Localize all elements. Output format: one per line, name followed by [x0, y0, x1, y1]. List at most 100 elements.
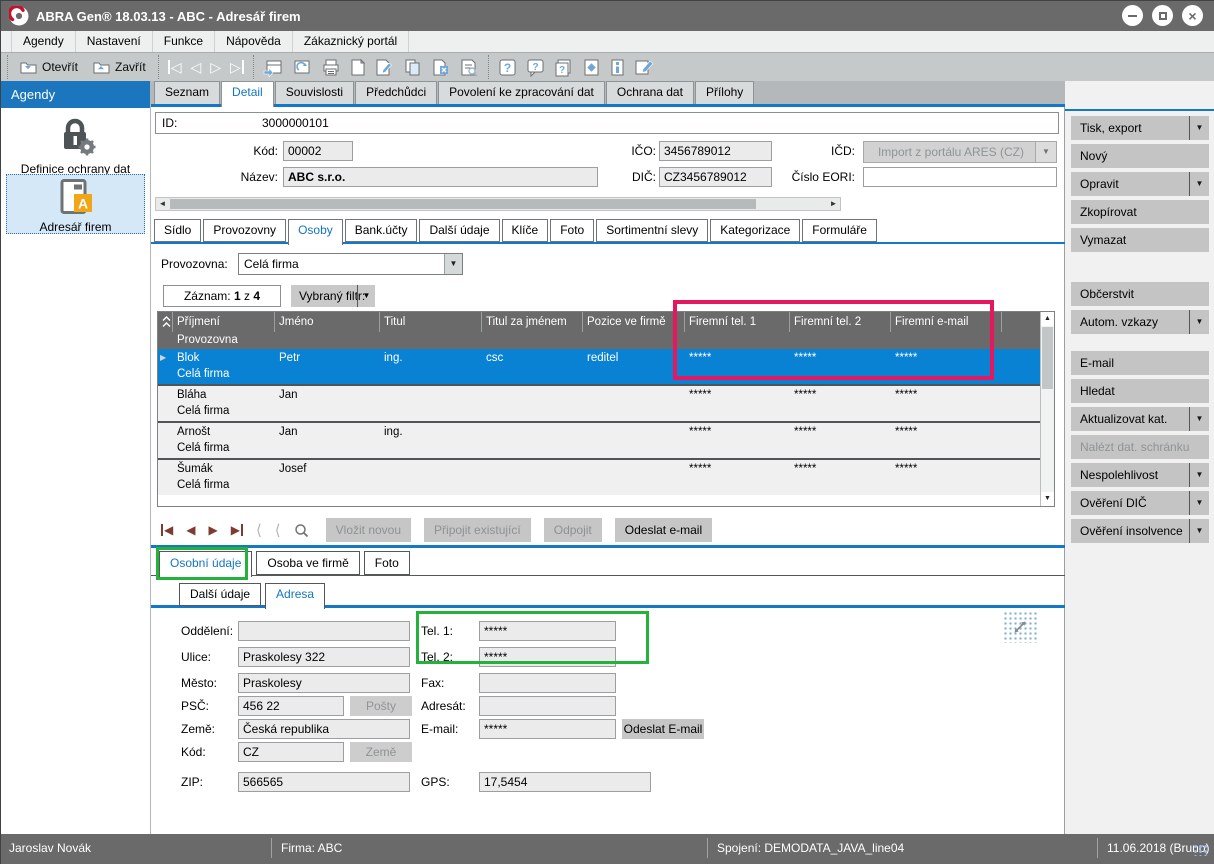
tab-klice[interactable]: Klíče: [501, 219, 549, 242]
email-panel-button[interactable]: E-mail: [1071, 351, 1209, 375]
nalezt-dat-schranku-button[interactable]: Nalézt dat. schránku: [1071, 435, 1209, 459]
col-jmeno[interactable]: Jméno: [275, 312, 380, 332]
close-agenda-button[interactable]: Zavřít: [90, 55, 149, 79]
menu-zakaznicky-portal[interactable]: Zákaznický portál: [293, 31, 410, 52]
tab-dalsi-udaje-person[interactable]: Další údaje: [179, 583, 262, 606]
first-record-icon[interactable]: ◁: [167, 60, 181, 74]
tisk-export-button[interactable]: Tisk, export ▼: [1071, 116, 1209, 140]
ulice-field[interactable]: Praskolesy 322: [238, 647, 410, 667]
tab-osoba-ve-firme[interactable]: Osoba ve firmě: [256, 551, 360, 575]
tab-prilohy[interactable]: Přílohy: [694, 81, 755, 104]
adresat-field[interactable]: [479, 696, 616, 716]
tel2-field[interactable]: *****: [479, 647, 616, 667]
aktualizovat-kat-button[interactable]: Aktualizovat kat. ▼: [1071, 407, 1209, 431]
zeme-button[interactable]: Země: [350, 742, 412, 762]
menu-agendy[interactable]: Agendy: [11, 31, 76, 52]
reload-agenda-icon[interactable]: [292, 58, 312, 77]
autom-vzkazy-button[interactable]: Autom. vzkazy ▼: [1071, 310, 1209, 334]
search-icon[interactable]: [294, 523, 309, 538]
resize-handle[interactable]: [1003, 611, 1037, 643]
next-record-icon[interactable]: ▷: [210, 60, 221, 74]
kod-field[interactable]: 00002: [283, 141, 353, 161]
tab-ochrana-dat[interactable]: Ochrana dat: [605, 81, 694, 104]
send-email-form-button[interactable]: Odeslat E-mail: [622, 719, 704, 739]
email-field[interactable]: *****: [479, 719, 616, 739]
tab-sidlo[interactable]: Sídlo: [154, 219, 202, 242]
table-row[interactable]: Šumák Josef ***** ***** ***** Celá firma: [158, 458, 1054, 495]
nespolehlivost-button[interactable]: Nespolehlivost ▼: [1071, 463, 1209, 487]
tab-bank-ucty[interactable]: Bank.účty: [344, 219, 418, 242]
posty-button[interactable]: Pošty: [350, 696, 412, 716]
sort-icon[interactable]: [158, 312, 173, 332]
tab-predchudci[interactable]: Předchůdci: [355, 81, 438, 104]
copy-record-icon[interactable]: [403, 58, 423, 77]
tab-foto[interactable]: Foto: [550, 219, 595, 242]
maximize-button[interactable]: [1152, 5, 1173, 26]
vscroll-thumb[interactable]: [1042, 327, 1053, 389]
new-record-icon[interactable]: [350, 58, 366, 77]
oddeleni-field[interactable]: [238, 621, 410, 641]
dropdown-icon[interactable]: ▼: [1189, 463, 1209, 487]
tab-souvislosti[interactable]: Souvislosti: [274, 81, 355, 104]
scroll-down-icon[interactable]: ▼: [1041, 492, 1054, 506]
filter-button[interactable]: Vybraný filtr: ▼: [291, 285, 375, 307]
help-topics-icon[interactable]: ?: [554, 58, 573, 77]
dropdown-icon[interactable]: ▼: [1189, 519, 1209, 543]
ares-dropdown-icon[interactable]: ▼: [1035, 142, 1056, 162]
obcerstvit-button[interactable]: Občerstvit: [1071, 282, 1209, 306]
filter-dropdown-icon[interactable]: ▼: [357, 285, 375, 307]
overeni-insolvence-button[interactable]: Ověření insolvence ▼: [1071, 519, 1209, 543]
opravit-button[interactable]: Opravit ▼: [1071, 172, 1209, 196]
tab-provozovny[interactable]: Provozovny: [203, 219, 287, 242]
insert-new-button[interactable]: Vložit novou: [325, 518, 412, 542]
edit-record-icon[interactable]: [375, 58, 394, 77]
dropdown-icon[interactable]: ▼: [1189, 116, 1209, 140]
tab-foto-person[interactable]: Foto: [363, 551, 410, 575]
tab-povoleni[interactable]: Povolení ke zpracování dat: [438, 81, 605, 104]
col-titul[interactable]: Titul: [380, 312, 482, 332]
expand-group-icon[interactable]: ⟨: [275, 523, 281, 538]
col-prijmeni[interactable]: Příjmení: [173, 312, 275, 332]
help-icon[interactable]: ?: [498, 58, 517, 77]
tab-formulare[interactable]: Formuláře: [802, 219, 877, 242]
hscroll-thumb[interactable]: [170, 199, 756, 209]
dropdown-icon[interactable]: ▼: [1189, 407, 1209, 431]
dropdown-icon[interactable]: ▼: [1189, 172, 1209, 196]
provozovna-select[interactable]: Celá firma ▼: [238, 253, 463, 275]
col-email[interactable]: Firemní e-mail: [891, 312, 1002, 332]
tab-sortimentni-slevy[interactable]: Sortimentní slevy: [596, 219, 709, 242]
form-hscrollbar[interactable]: ◄ ►: [155, 197, 841, 211]
table-row[interactable]: ▶ Blok Petr ing. csc reditel ***** *****…: [158, 349, 1054, 384]
tab-dalsi-udaje[interactable]: Další údaje: [419, 219, 500, 242]
fax-field[interactable]: [479, 673, 616, 693]
overeni-dic-button[interactable]: Ověření DIČ ▼: [1071, 491, 1209, 515]
tab-adresa[interactable]: Adresa: [265, 583, 326, 609]
detach-button[interactable]: Odpojit: [543, 518, 602, 542]
novy-button[interactable]: Nový: [1071, 144, 1209, 168]
last-record-icon[interactable]: ▷: [230, 60, 244, 74]
next-person-icon[interactable]: ▶: [208, 524, 217, 536]
close-button[interactable]: ×: [1182, 5, 1203, 26]
zkopirovat-button[interactable]: Zkopírovat: [1071, 200, 1209, 224]
mesto-field[interactable]: Praskolesy: [238, 673, 410, 693]
sidebar-item-adresar-firem[interactable]: A Adresář firem: [6, 174, 145, 234]
resize-grip-icon[interactable]: [1193, 844, 1207, 856]
print-icon[interactable]: [321, 58, 341, 77]
attach-existing-button[interactable]: Připojit existující: [424, 518, 531, 542]
hledat-button[interactable]: Hledat: [1071, 379, 1209, 403]
last-person-icon[interactable]: ▶: [231, 524, 243, 536]
delete-record-icon[interactable]: [432, 58, 450, 77]
tab-detail[interactable]: Detail: [221, 81, 274, 107]
psc-field[interactable]: 456 22: [238, 696, 344, 716]
table-row[interactable]: Arnošt Jan ing. ***** ***** ***** Celá f…: [158, 421, 1054, 458]
context-help-icon[interactable]: ?: [526, 58, 545, 77]
tab-kategorizace[interactable]: Kategorizace: [710, 219, 801, 242]
previous-person-icon[interactable]: ◀: [186, 524, 195, 536]
tab-osobni-udaje[interactable]: Osobní údaje: [159, 551, 253, 577]
dropdown-icon[interactable]: ▼: [1189, 491, 1209, 515]
open-button[interactable]: Otevřít: [17, 55, 81, 79]
info-icon[interactable]: [610, 58, 625, 77]
table-vscrollbar[interactable]: ▲ ▼: [1040, 312, 1054, 506]
col-titul-za[interactable]: Titul za jménem: [482, 312, 583, 332]
collapse-group-icon[interactable]: ⟨: [256, 523, 262, 538]
